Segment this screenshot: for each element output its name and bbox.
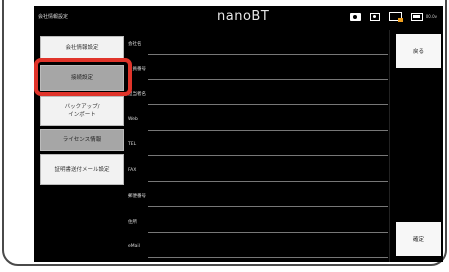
field-label: FAX (128, 168, 137, 173)
battery-icon (410, 12, 423, 21)
field-contact-name[interactable]: 担当者名 (126, 84, 390, 106)
menu-certificate-mail-button[interactable]: 証明書送付メール設定 (40, 154, 124, 185)
field-email[interactable]: eMail (126, 237, 390, 259)
camera-icon[interactable] (349, 12, 361, 21)
confirm-button[interactable]: 確定 (396, 222, 441, 256)
highlight-box (34, 58, 132, 96)
field-label: 住所 (128, 220, 137, 225)
field-underline (148, 257, 388, 258)
field-member-number[interactable]: 会員番号 (126, 59, 390, 81)
field-underline (148, 54, 388, 55)
field-underline (148, 232, 388, 233)
field-label: 郵便番号 (128, 194, 146, 199)
menu-company-info-button[interactable]: 会社情報設定 (40, 36, 124, 60)
field-underline (148, 79, 388, 80)
field-label: eMail (128, 244, 140, 249)
menu-license-info-button[interactable]: ライセンス情報 (40, 129, 124, 151)
app-screen: 会社情報設定 nanoBT 00.0v 会社情報設定 接続設定 バックアップ/ … (34, 6, 443, 262)
field-underline (148, 104, 388, 105)
field-postal-code[interactable]: 郵便番号 (126, 186, 390, 208)
action-panel: 戻る 確定 (389, 30, 443, 262)
field-underline (148, 206, 388, 207)
field-address[interactable]: 住所 (126, 212, 390, 234)
menu-item-label: ライセンス情報 (62, 137, 102, 143)
field-underline (148, 155, 388, 156)
screen-title: 会社情報設定 (38, 14, 69, 20)
field-label: TEL (128, 142, 137, 147)
field-underline (148, 181, 388, 182)
top-bar: 会社情報設定 nanoBT 00.0v (34, 6, 443, 30)
back-button[interactable]: 戻る (396, 34, 441, 68)
battery-value: 00.0v (425, 14, 437, 19)
field-web[interactable]: Web (126, 110, 390, 132)
menu-item-label-line2: インポート (68, 112, 96, 118)
menu-item-label: 証明書送付メール設定 (54, 166, 110, 173)
display-icon[interactable] (369, 12, 380, 21)
field-fax[interactable]: FAX (126, 161, 390, 183)
field-label: Web (128, 117, 138, 122)
field-label: 会社名 (128, 42, 142, 47)
field-tel[interactable]: TEL (126, 135, 390, 157)
menu-backup-import-button[interactable]: バックアップ/ インポート (40, 96, 124, 126)
menu-item-label: バックアップ/ (64, 104, 100, 110)
field-company-name[interactable]: 会社名 (126, 34, 390, 56)
field-underline (148, 130, 388, 131)
status-icons: 00.0v (349, 12, 437, 22)
menu-item-label: 会社情報設定 (65, 45, 99, 51)
app-logo: nanoBT (217, 9, 270, 24)
company-info-form: 会社名 会員番号 担当者名 Web TEL FAX 郵便番号 住所 eMail (126, 30, 390, 262)
sd-card-icon (388, 12, 403, 22)
